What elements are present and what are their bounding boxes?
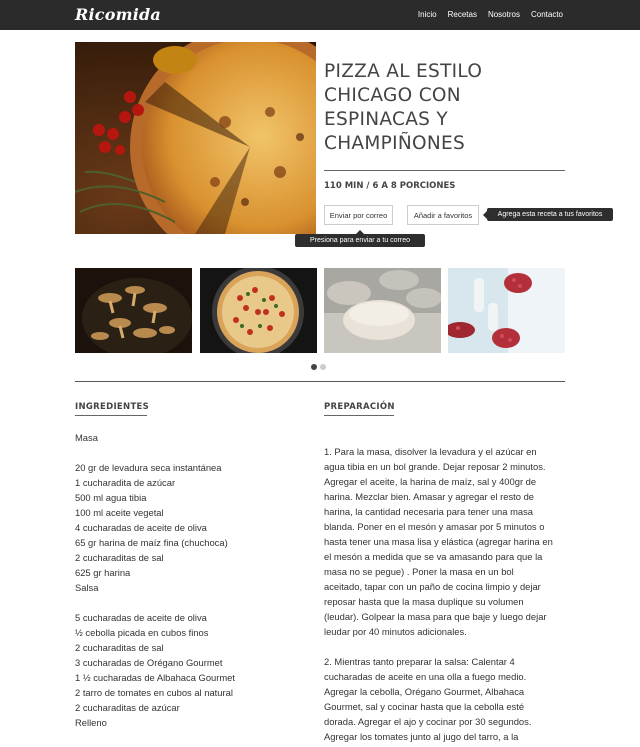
preparation-line: Gourmet, sal y cocinar hasta que la cebo… bbox=[324, 701, 525, 712]
ingredient-line: 5 cucharadas de aceite de oliva bbox=[75, 612, 207, 623]
gallery-dot-2[interactable] bbox=[320, 364, 326, 370]
ingredient-line: 100 ml aceite vegetal bbox=[75, 507, 164, 518]
ingredient-line: 2 cucharaditas de sal bbox=[75, 642, 164, 653]
preparation-line: (leudar). Golpear la masa para que baje … bbox=[324, 611, 547, 622]
ingredient-line bbox=[75, 445, 315, 460]
add-favorite-button[interactable]: Añadir a favoritos bbox=[407, 205, 479, 225]
ingredients-heading-underline bbox=[75, 415, 147, 416]
ingredient-line: 2 cucharaditas de azúcar bbox=[75, 702, 180, 713]
preparation-heading-underline bbox=[324, 415, 394, 416]
ingredient-line bbox=[75, 595, 315, 610]
ingredient-line: Salsa bbox=[75, 582, 99, 593]
preparation-line: el mesón a medida que se va amasando par… bbox=[324, 551, 543, 562]
nav-link-nosotros[interactable]: Nosotros bbox=[488, 10, 520, 19]
title-divider bbox=[324, 170, 565, 171]
gallery-thumbnail-mushrooms[interactable] bbox=[75, 268, 192, 353]
gallery-dot-1[interactable] bbox=[311, 364, 317, 370]
preparation-line: masa no se pegue) . Poner la masa en un … bbox=[324, 566, 514, 577]
ingredient-line: 3 cucharadas de Orégano Gourmet bbox=[75, 657, 223, 668]
top-navbar: Ricomida Inicio Recetas Nosotros Contact… bbox=[0, 0, 640, 30]
recipe-title-line: ESPINACAS Y bbox=[324, 109, 449, 130]
preparation-line: Agregar el aceite, la harina de maíz, sa… bbox=[324, 476, 537, 487]
ingredient-line: 65 gr harina de maíz fina (chuchoca) bbox=[75, 537, 228, 548]
preparation-line: Agregar los tomates junto al jugo del ta… bbox=[324, 731, 519, 742]
recipe-meta: 110 MIN / 6 A 8 PORCIONES bbox=[324, 181, 456, 191]
ingredient-line: ½ cebolla picada en cubos finos bbox=[75, 627, 209, 638]
email-tooltip: Presiona para enviar a tu correo bbox=[295, 230, 425, 247]
preparation-text: 1. Para la masa, disolver la levadura y … bbox=[324, 444, 569, 744]
ingredient-line: 2 cucharaditas de sal bbox=[75, 552, 164, 563]
nav-link-contacto[interactable]: Contacto bbox=[531, 10, 563, 19]
preparation-line: reposar hasta que la masa duplique su vo… bbox=[324, 596, 524, 607]
gallery-thumbnail-pizza[interactable] bbox=[200, 268, 317, 353]
gallery-thumbnail-pomegranate[interactable] bbox=[448, 268, 565, 353]
site-logo[interactable]: Ricomida bbox=[75, 5, 161, 24]
recipe-title-line: PIZZA AL ESTILO bbox=[324, 61, 483, 82]
preparation-line: blanda. Poner en el mesón y amasar por 5… bbox=[324, 521, 545, 532]
ingredient-line: 4 cucharadas de aceite de oliva bbox=[75, 522, 207, 533]
ingredient-line: 500 ml agua tibia bbox=[75, 492, 147, 503]
preparation-line: aceitado, tapar con un paño de cocina li… bbox=[324, 581, 541, 592]
preparation-line: cucharadas de aceite en una olla a fuego… bbox=[324, 671, 527, 682]
recipe-hero-image bbox=[75, 42, 316, 234]
email-button[interactable]: Enviar por correo bbox=[324, 205, 393, 225]
ingredients-list: Masa 20 gr de levadura seca instantánea 1 … bbox=[75, 430, 315, 730]
preparation-line: Agregar la cebolla, Orégano Gourmet, Alb… bbox=[324, 686, 525, 697]
ingredients-heading: INGREDIENTES bbox=[75, 402, 150, 412]
preparation-line: 1. Para la masa, disolver la levadura y … bbox=[324, 446, 537, 457]
nav-link-recetas[interactable]: Recetas bbox=[448, 10, 477, 19]
recipe-title-line: CHICAGO CON bbox=[324, 85, 461, 106]
recipe-title-line: CHAMPIÑONES bbox=[324, 133, 466, 154]
ingredient-line: 20 gr de levadura seca instantánea bbox=[75, 462, 222, 473]
ingredient-line: Relleno bbox=[75, 717, 107, 728]
main-nav: Inicio Recetas Nosotros Contacto bbox=[418, 10, 563, 19]
favorite-tooltip: Agrega esta receta a tus favoritos bbox=[483, 208, 613, 221]
preparation-line: leudar por 40 minutos adicionales. bbox=[324, 626, 467, 637]
preparation-line: hasta tener una masa lisa y elástica (ag… bbox=[324, 536, 553, 547]
gallery-pagination bbox=[311, 364, 326, 370]
ingredient-line: 1 ½ cucharadas de Albahaca Gourmet bbox=[75, 672, 235, 683]
gallery-thumbnail-dough[interactable] bbox=[324, 268, 441, 353]
ingredient-line: 625 gr harina bbox=[75, 567, 131, 578]
preparation-line: dorada. Agregar el ajo y cocinar por 30 … bbox=[324, 716, 532, 727]
nav-link-inicio[interactable]: Inicio bbox=[418, 10, 437, 19]
preparation-heading: PREPARACIÓN bbox=[324, 402, 395, 412]
ingredient-line: 1 cucharadita de azúcar bbox=[75, 477, 176, 488]
ingredient-line: Masa bbox=[75, 432, 98, 443]
preparation-line: agua tibia en un bol grande. Dejar repos… bbox=[324, 461, 546, 472]
preparation-line: harina. Mezclar bien. Amasar y agregar e… bbox=[324, 491, 534, 502]
preparation-line: 2. Mientras tanto preparar la salsa: Cal… bbox=[324, 656, 515, 667]
preparation-line: harina, la cantidad necesaria para tener… bbox=[324, 506, 533, 517]
section-divider bbox=[75, 381, 565, 382]
recipe-title: PIZZA AL ESTILO CHICAGO CON ESPINACAS Y … bbox=[324, 60, 565, 156]
ingredient-line: 2 tarro de tomates en cubos al natural bbox=[75, 687, 233, 698]
preparation-line bbox=[324, 639, 569, 654]
